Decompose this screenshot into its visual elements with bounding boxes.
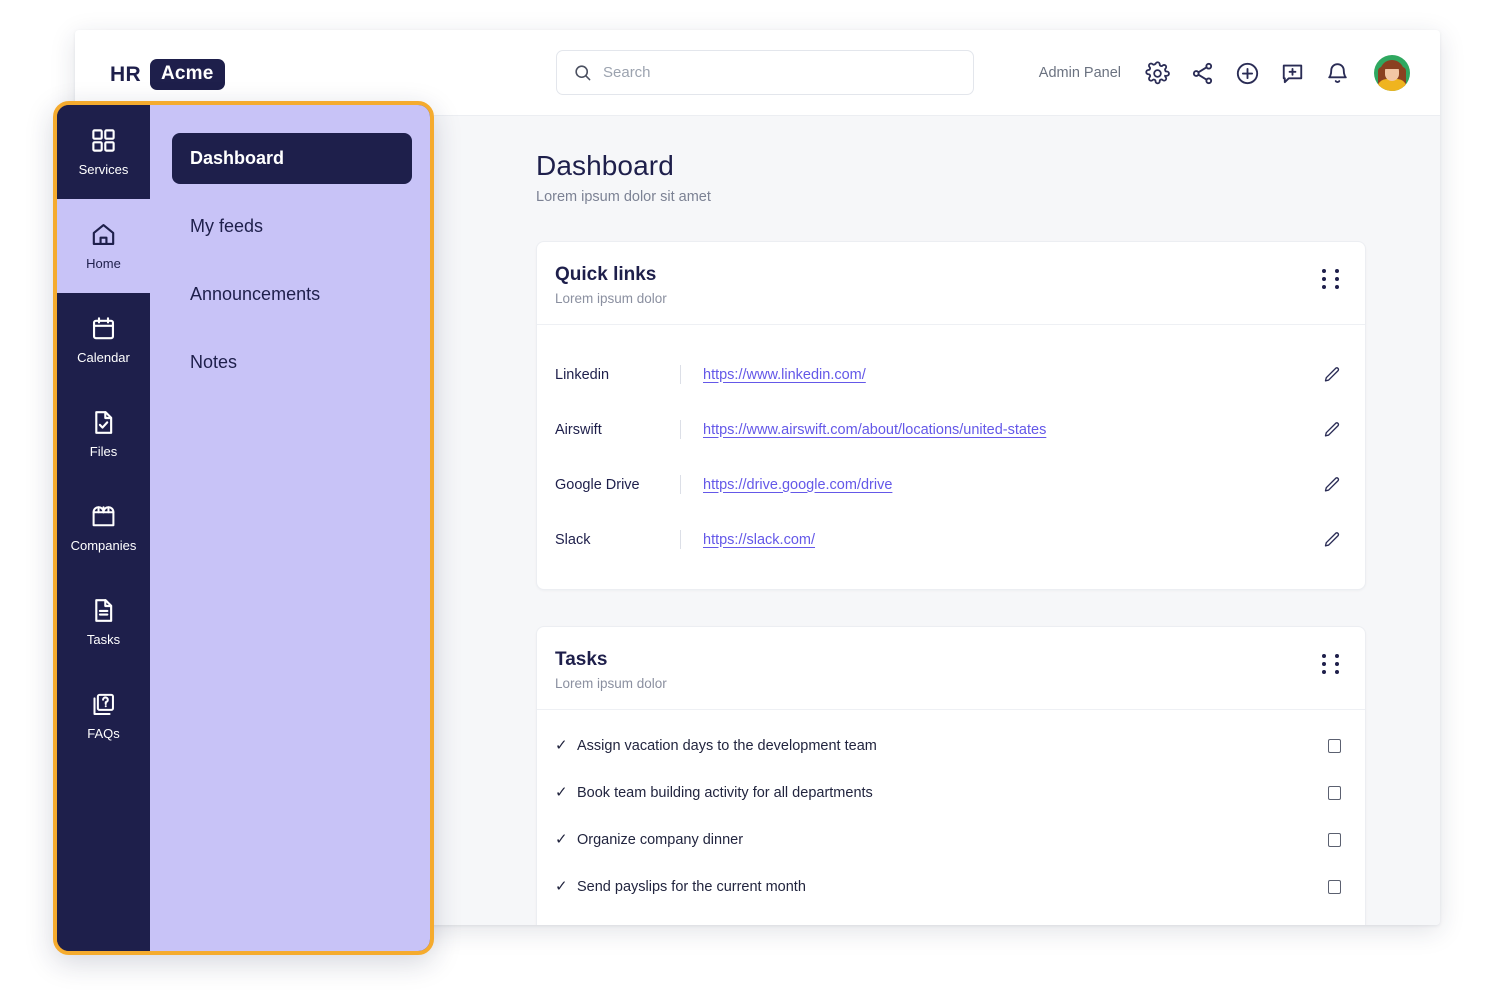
divider — [680, 365, 681, 384]
quick-link-url[interactable]: https://www.airswift.com/about/locations… — [703, 422, 1046, 438]
admin-panel-link[interactable]: Admin Panel — [1039, 65, 1121, 81]
document-icon — [95, 599, 113, 622]
page-title: Dashboard — [536, 150, 674, 181]
search-box[interactable] — [556, 50, 974, 95]
calendar-icon — [92, 317, 115, 340]
check-icon: ✓ — [555, 831, 568, 848]
sidebar-item-label: Calendar — [77, 350, 130, 365]
message-plus-icon[interactable] — [1280, 61, 1305, 86]
sidebar-item-label: Tasks — [86, 632, 121, 647]
divider — [680, 530, 681, 549]
sidebar-item-faqs[interactable]: FAQs — [57, 669, 150, 763]
sidebar-rail: Services Home Calendar Files Companies T… — [57, 105, 150, 951]
task-checkbox[interactable] — [1328, 879, 1341, 894]
quick-link-label: Google Drive — [555, 476, 640, 493]
quick-links-header: Quick links Lorem ipsum dolor — [537, 242, 1365, 325]
task-checkbox[interactable] — [1328, 785, 1341, 800]
table-row[interactable]: ✓ Review Resumes for the Receptionist Po… — [537, 910, 1365, 925]
subnav-item-announcements[interactable]: Announcements — [172, 269, 412, 320]
tasks-header: Tasks Lorem ipsum dolor — [537, 627, 1365, 710]
quick-link-label: Airswift — [555, 421, 602, 438]
task-label: Send payslips for the current month — [577, 878, 806, 895]
sidebar-item-label: Services — [78, 162, 129, 177]
sidebar-item-companies[interactable]: Companies — [57, 481, 150, 575]
list-item[interactable]: Linkedin https://www.linkedin.com/ — [537, 347, 1365, 402]
sidebar-item-label: Files — [89, 444, 118, 459]
edit-pencil-icon[interactable] — [1322, 420, 1341, 439]
tasks-title: Tasks — [555, 649, 608, 670]
file-check-icon — [95, 411, 113, 434]
header-actions: Admin Panel — [1039, 30, 1410, 116]
gear-icon[interactable] — [1145, 60, 1170, 86]
check-icon: ✓ — [555, 737, 568, 754]
tasks-subtitle: Lorem ipsum dolor — [555, 676, 667, 691]
sidebar-item-label: Companies — [70, 538, 137, 553]
check-icon: ✓ — [555, 784, 568, 801]
brand-prefix: HR — [110, 62, 141, 86]
quick-links-drag-handle[interactable] — [1322, 269, 1341, 289]
search-icon — [575, 65, 591, 81]
check-icon: ✓ — [555, 878, 568, 895]
divider — [680, 420, 681, 439]
grid-icon — [92, 129, 115, 152]
avatar-fringe — [1383, 61, 1401, 69]
quick-link-label: Slack — [555, 531, 591, 548]
sidebar-item-home[interactable]: Home — [57, 199, 150, 293]
sidebar-subnav: Dashboard My feeds Announcements Notes — [150, 105, 430, 951]
task-checkbox[interactable] — [1328, 832, 1341, 847]
list-item[interactable]: Google Drive https://drive.google.com/dr… — [537, 457, 1365, 512]
brand-logo[interactable]: HR Acme — [110, 59, 225, 90]
subnav-item-notes[interactable]: Notes — [172, 337, 412, 388]
edit-pencil-icon[interactable] — [1322, 365, 1341, 384]
bell-icon[interactable] — [1325, 61, 1350, 86]
sidebar-item-services[interactable]: Services — [57, 105, 150, 199]
list-item[interactable]: Airswift https://www.airswift.com/about/… — [537, 402, 1365, 457]
sidebar-item-calendar[interactable]: Calendar — [57, 293, 150, 387]
task-label: Organize company dinner — [577, 831, 744, 848]
home-icon — [92, 223, 115, 246]
table-row[interactable]: ✓ Assign vacation days to the developmen… — [537, 722, 1365, 769]
sidebar-item-files[interactable]: Files — [57, 387, 150, 481]
table-row[interactable]: ✓ Organize company dinner — [537, 816, 1365, 863]
quick-link-url[interactable]: https://slack.com/ — [703, 532, 815, 548]
edit-pencil-icon[interactable] — [1322, 530, 1341, 549]
divider — [680, 475, 681, 494]
quick-links-subtitle: Lorem ipsum dolor — [555, 291, 667, 306]
brand-name-badge: Acme — [149, 59, 225, 90]
search-input[interactable] — [603, 64, 943, 81]
question-cards-icon — [93, 693, 114, 715]
task-label: Book team building activity for all depa… — [577, 784, 873, 801]
subnav-item-dashboard[interactable]: Dashboard — [172, 133, 412, 184]
plus-circle-icon[interactable] — [1235, 61, 1260, 86]
main-content: Dashboard Lorem ipsum dolor sit amet Qui… — [443, 116, 1440, 925]
subnav-item-my-feeds[interactable]: My feeds — [172, 201, 412, 252]
sidebar-item-label: Home — [86, 256, 121, 271]
page-subtitle: Lorem ipsum dolor sit amet — [536, 189, 711, 205]
list-item[interactable]: Slack https://slack.com/ — [537, 512, 1365, 567]
sidebar-item-label: FAQs — [87, 726, 120, 741]
quick-link-label: Linkedin — [555, 366, 610, 383]
tasks-card: Tasks Lorem ipsum dolor ✓ Assign vacatio… — [536, 626, 1366, 925]
task-checkbox[interactable] — [1328, 738, 1341, 753]
table-row[interactable]: ✓ Send payslips for the current month — [537, 863, 1365, 910]
sidebar-panel: Services Home Calendar Files Companies T… — [53, 101, 434, 955]
avatar[interactable] — [1374, 55, 1410, 91]
edit-pencil-icon[interactable] — [1322, 475, 1341, 494]
storefront-icon — [92, 506, 115, 527]
quick-links-title: Quick links — [555, 264, 657, 285]
share-icon[interactable] — [1190, 61, 1215, 86]
quick-link-url[interactable]: https://drive.google.com/drive — [703, 477, 892, 493]
quick-links-card: Quick links Lorem ipsum dolor Linkedin h… — [536, 241, 1366, 590]
table-row[interactable]: ✓ Book team building activity for all de… — [537, 769, 1365, 816]
sidebar-item-tasks[interactable]: Tasks — [57, 575, 150, 669]
quick-link-url[interactable]: https://www.linkedin.com/ — [703, 367, 866, 383]
task-label: Assign vacation days to the development … — [577, 737, 877, 754]
tasks-drag-handle[interactable] — [1322, 654, 1341, 674]
